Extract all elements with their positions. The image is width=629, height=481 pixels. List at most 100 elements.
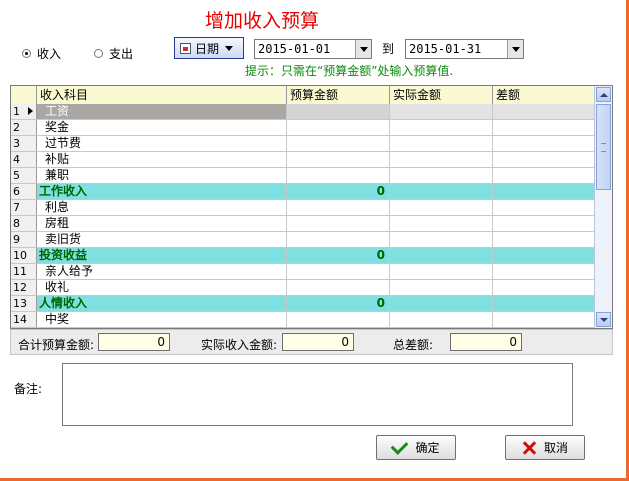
actual-cell[interactable] — [390, 168, 493, 183]
actual-cell[interactable] — [390, 264, 493, 279]
budget-cell[interactable] — [287, 168, 390, 183]
budget-grid[interactable]: 收入科目 预算金额 实际金额 差额 1 工资 2 奖金 3 过节费 4 补贴 5 兼职 6 工作收入 0… — [10, 85, 613, 329]
item-cell[interactable]: 亲人给予 — [37, 264, 287, 279]
start-date-picker[interactable]: 2015-01-01 — [254, 39, 372, 59]
diff-cell[interactable] — [493, 280, 595, 295]
diff-cell[interactable] — [493, 232, 595, 247]
table-row[interactable]: 11 亲人给予 — [11, 264, 595, 280]
actual-cell[interactable] — [390, 104, 493, 119]
calendar-icon — [180, 42, 191, 54]
actual-cell[interactable] — [390, 296, 493, 311]
budget-cell[interactable]: 0 — [287, 248, 390, 263]
table-row[interactable]: 2 奖金 — [11, 120, 595, 136]
budget-cell[interactable]: 0 — [287, 296, 390, 311]
item-cell[interactable]: 过节费 — [37, 136, 287, 151]
diff-cell[interactable] — [493, 200, 595, 215]
budget-cell[interactable] — [287, 200, 390, 215]
radio-income-label: 收入 — [37, 47, 62, 61]
table-row[interactable]: 12 收礼 — [11, 280, 595, 296]
item-cell[interactable]: 工资 — [37, 104, 287, 119]
end-date-dropdown-button[interactable] — [507, 40, 523, 58]
scroll-thumb[interactable] — [596, 104, 611, 190]
diff-cell[interactable] — [493, 248, 595, 263]
actual-cell[interactable] — [390, 216, 493, 231]
item-cell[interactable]: 利息 — [37, 200, 287, 215]
item-cell[interactable]: 收礼 — [37, 280, 287, 295]
radio-expense[interactable]: 支出 — [94, 45, 133, 62]
item-cell[interactable]: 补贴 — [37, 152, 287, 167]
table-row[interactable]: 4 补贴 — [11, 152, 595, 168]
ok-button[interactable]: 确定 — [376, 435, 456, 460]
actual-cell[interactable] — [390, 248, 493, 263]
end-date-value: 2015-01-31 — [409, 42, 482, 56]
budget-cell[interactable] — [287, 152, 390, 167]
row-number-cell-text: 7 — [13, 201, 20, 214]
column-header-item[interactable]: 收入科目 — [37, 86, 287, 104]
note-textarea[interactable] — [62, 363, 573, 426]
diff-cell[interactable] — [493, 296, 595, 311]
budget-cell[interactable] — [287, 264, 390, 279]
diff-cell[interactable] — [493, 152, 595, 167]
table-row[interactable]: 9 卖旧货 — [11, 232, 595, 248]
budget-cell[interactable] — [287, 136, 390, 151]
cancel-button[interactable]: 取消 — [505, 435, 585, 460]
radio-income-dot[interactable] — [22, 49, 31, 58]
item-cell[interactable]: 工作收入 — [37, 184, 287, 199]
diff-cell[interactable] — [493, 184, 595, 199]
radio-expense-dot[interactable] — [94, 49, 103, 58]
actual-cell[interactable] — [390, 280, 493, 295]
budget-cell[interactable] — [287, 120, 390, 135]
row-number-cell: 7 — [11, 200, 37, 215]
actual-cell[interactable] — [390, 232, 493, 247]
table-row[interactable]: 7 利息 — [11, 200, 595, 216]
row-number-cell: 12 — [11, 280, 37, 295]
scroll-down-button[interactable] — [596, 312, 611, 327]
item-cell[interactable]: 兼职 — [37, 168, 287, 183]
budget-cell[interactable]: 0 — [287, 184, 390, 199]
date-mode-button[interactable]: 日期 — [174, 37, 244, 59]
actual-cell[interactable] — [390, 312, 493, 327]
budget-cell[interactable] — [287, 216, 390, 231]
budget-cell[interactable] — [287, 104, 390, 119]
diff-cell[interactable] — [493, 312, 595, 327]
subtotal-row[interactable]: 6 工作收入 0 — [11, 184, 595, 200]
item-cell[interactable]: 中奖 — [37, 312, 287, 327]
diff-cell[interactable] — [493, 104, 595, 119]
actual-cell[interactable] — [390, 152, 493, 167]
subtotal-row[interactable]: 10 投资收益 0 — [11, 248, 595, 264]
radio-income[interactable]: 收入 — [22, 45, 61, 62]
actual-cell[interactable] — [390, 120, 493, 135]
table-row[interactable]: 1 工资 — [11, 104, 595, 120]
scroll-up-button[interactable] — [596, 87, 611, 102]
column-header-budget[interactable]: 预算金额 — [287, 86, 390, 104]
end-date-picker[interactable]: 2015-01-31 — [405, 39, 524, 59]
item-cell[interactable]: 奖金 — [37, 120, 287, 135]
item-cell[interactable]: 投资收益 — [37, 248, 287, 263]
subtotal-row[interactable]: 13 人情收入 0 — [11, 296, 595, 312]
budget-cell[interactable] — [287, 280, 390, 295]
item-cell[interactable]: 房租 — [37, 216, 287, 231]
item-cell-text: 工作收入 — [39, 184, 88, 198]
diff-cell[interactable] — [493, 136, 595, 151]
diff-cell[interactable] — [493, 168, 595, 183]
date-to-label: 到 — [382, 42, 395, 56]
column-header-actual[interactable]: 实际金额 — [390, 86, 493, 104]
budget-cell[interactable] — [287, 312, 390, 327]
column-header-diff[interactable]: 差额 — [493, 86, 595, 104]
item-cell-text: 补贴 — [45, 152, 70, 166]
table-row[interactable]: 3 过节费 — [11, 136, 595, 152]
diff-cell[interactable] — [493, 120, 595, 135]
diff-cell[interactable] — [493, 264, 595, 279]
start-date-dropdown-button[interactable] — [355, 40, 371, 58]
grid-vertical-scrollbar[interactable] — [594, 86, 612, 328]
table-row[interactable]: 8 房租 — [11, 216, 595, 232]
diff-cell[interactable] — [493, 216, 595, 231]
actual-cell[interactable] — [390, 200, 493, 215]
table-row[interactable]: 5 兼职 — [11, 168, 595, 184]
item-cell[interactable]: 人情收入 — [37, 296, 287, 311]
actual-cell[interactable] — [390, 184, 493, 199]
table-row[interactable]: 14 中奖 — [11, 312, 595, 328]
actual-cell[interactable] — [390, 136, 493, 151]
item-cell[interactable]: 卖旧货 — [37, 232, 287, 247]
budget-cell[interactable] — [287, 232, 390, 247]
